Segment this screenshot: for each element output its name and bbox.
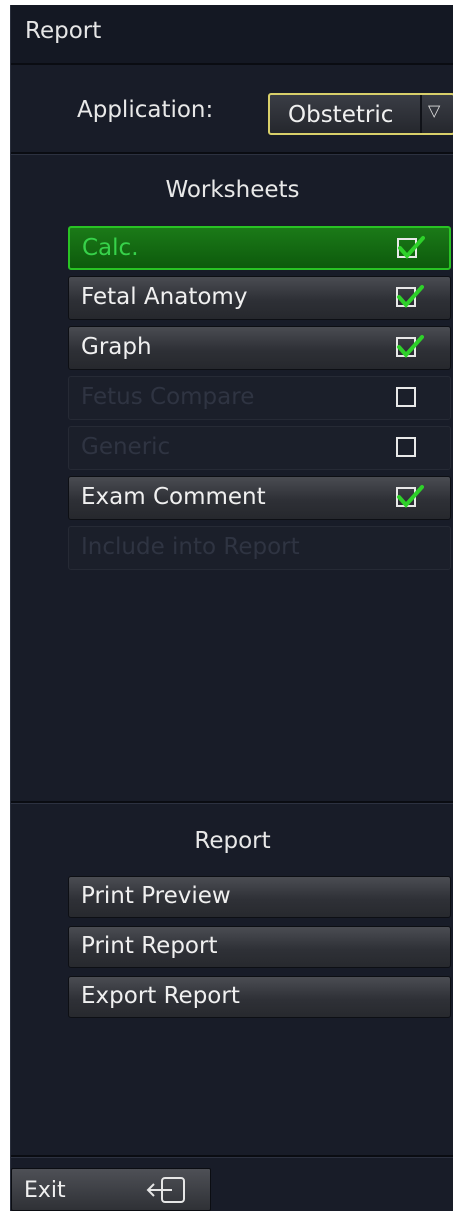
checkmark-icon (397, 485, 424, 509)
application-row: Application: Obstetric ▽ (11, 67, 453, 157)
checkbox-graph[interactable] (396, 335, 424, 359)
worksheet-item-label: Fetus Compare (81, 384, 255, 410)
print-preview-button[interactable]: Print Preview (68, 876, 451, 918)
checkbox-frame (396, 387, 416, 407)
checkmark-icon (397, 285, 424, 309)
worksheet-item-label: Graph (81, 334, 152, 360)
report-section-title: Report (194, 828, 271, 854)
worksheets-title: Worksheets (165, 177, 300, 203)
select-separator (420, 95, 422, 133)
worksheet-item-label: Fetal Anatomy (81, 284, 248, 310)
application-label: Application: (77, 97, 214, 123)
worksheet-item-calc[interactable]: Calc. (68, 226, 451, 270)
exit-label: Exit (24, 1178, 66, 1203)
exit-icon (146, 1177, 185, 1203)
export-report-label: Export Report (81, 983, 240, 1009)
checkbox-fetal-anatomy[interactable] (396, 285, 424, 309)
print-report-label: Print Report (81, 933, 218, 959)
print-preview-label: Print Preview (81, 883, 231, 909)
checkbox-fetus-compare[interactable] (396, 387, 418, 409)
worksheet-item-label: Exam Comment (81, 484, 266, 510)
worksheet-item-fetal-anatomy[interactable]: Fetal Anatomy (68, 276, 451, 320)
checkmark-icon (398, 236, 425, 260)
checkbox-generic[interactable] (396, 437, 418, 459)
chevron-down-icon[interactable]: ▽ (428, 101, 440, 120)
divider-bottom (11, 1155, 453, 1158)
include-into-report-label: Include into Report (81, 534, 300, 560)
worksheet-item-generic: Generic (68, 426, 451, 470)
print-report-button[interactable]: Print Report (68, 926, 451, 968)
application-select[interactable]: Obstetric ▽ (268, 93, 453, 135)
checkmark-icon (397, 335, 424, 359)
checkbox-exam-comment[interactable] (396, 485, 424, 509)
exit-button[interactable]: Exit (11, 1168, 211, 1211)
checkbox-calc[interactable] (397, 236, 425, 260)
worksheet-item-fetus-compare: Fetus Compare (68, 376, 451, 420)
divider-middle (11, 801, 453, 804)
checkbox-frame (396, 437, 416, 457)
divider-top (11, 152, 453, 155)
report-panel: Report Application: Obstetric ▽ Workshee… (10, 5, 453, 1211)
export-report-button[interactable]: Export Report (68, 976, 451, 1018)
panel-title: Report (25, 18, 102, 44)
include-into-report-button: Include into Report (68, 526, 451, 570)
worksheet-item-graph[interactable]: Graph (68, 326, 451, 370)
worksheet-item-exam-comment[interactable]: Exam Comment (68, 476, 451, 520)
worksheet-item-label: Generic (81, 434, 171, 460)
worksheet-item-label: Calc. (82, 235, 139, 261)
title-bar: Report (11, 5, 453, 65)
application-select-value: Obstetric (288, 102, 394, 128)
